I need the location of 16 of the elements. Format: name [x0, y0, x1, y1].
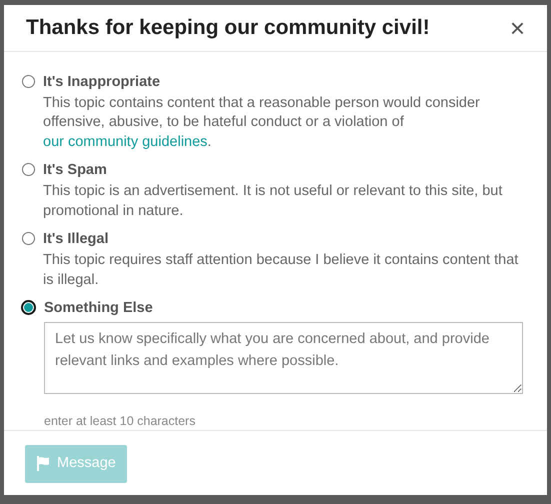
dialog-title: Thanks for keeping our community civil!: [26, 15, 430, 41]
hint-text: enter at least 10 characters: [44, 412, 196, 430]
input-field[interactable]: Let us know specifically what you are concerned about, and provide relevant links and examples where possible.: [44, 322, 523, 394]
radio-button[interactable]: [22, 75, 35, 88]
radio-button[interactable]: [21, 300, 36, 316]
radio-button[interactable]: [22, 232, 35, 246]
flag-icon: [36, 456, 50, 472]
option-description: This topic requires staff attention because I believe it contains content that is illegal.: [43, 251, 520, 290]
option-label[interactable]: It's Spam: [43, 160, 527, 182]
option-label[interactable]: It's Inappropriate: [43, 72, 527, 94]
radio-button[interactable]: [22, 163, 35, 176]
option-label[interactable]: It's Illegal: [43, 229, 527, 252]
close-button[interactable]: ×: [508, 15, 527, 41]
option-description: This topic contains content that a reasonable person would consider offensive, abusive, to be hateful conduct or a violation of our community guidelines.: [43, 94, 481, 152]
option-description: This topic is an advertisement. It is not useful or relevant to this site, but promotional in nature.: [43, 182, 504, 221]
option-label[interactable]: Something Else: [44, 298, 523, 320]
